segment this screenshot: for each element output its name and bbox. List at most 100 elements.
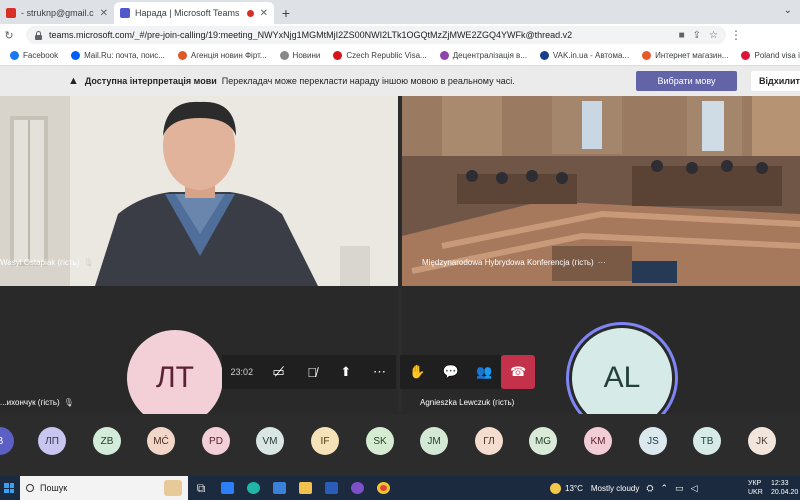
more-options-icon[interactable]: ⋯ — [598, 258, 606, 267]
bookmark-item[interactable]: Децентралізація в... — [439, 51, 527, 60]
news-agency-icon — [177, 51, 187, 60]
participant-strip: В ЛП ZB MĆ PD VM IF SK JM ГЛ MG KM JS TB… — [0, 422, 800, 462]
chevron-up-icon[interactable]: ⌃ — [661, 483, 669, 494]
clock-date: 20.04.20 — [771, 489, 799, 496]
raise-hand-button[interactable]: ✋ — [400, 355, 434, 389]
mail-icon[interactable] — [266, 476, 292, 500]
star-icon[interactable]: ☆ — [709, 30, 718, 41]
viber-icon[interactable] — [344, 476, 370, 500]
interpretation-banner: ▲ Доступна інтерпретація мови Перекладач… — [0, 66, 800, 96]
participant-name-text: Międzynarodowa Hybrydowa Konferencja (гі… — [422, 258, 594, 267]
call-controls-bar: 23:02 ▭̸ 🎙̸ ⬆ ⋯ ✋ 💬 👥 ☎ — [222, 355, 535, 389]
clock[interactable]: 12:33 20.04.20 — [771, 479, 800, 497]
hang-up-button[interactable]: ☎ — [501, 355, 535, 389]
chat-button[interactable]: 💬 — [433, 355, 468, 389]
tab-gmail[interactable]: - struknp@gmail.com - Gm ✕ — [0, 2, 114, 24]
edge-icon[interactable] — [240, 476, 266, 500]
search-highlight-image — [164, 480, 182, 496]
participant-avatar[interactable]: ЛП — [38, 427, 66, 455]
taskbar-search[interactable]: Пошук — [20, 476, 188, 500]
tab-label: Нарада | Microsoft Teams — [135, 8, 239, 18]
weather-temperature[interactable]: 13°C — [565, 484, 583, 493]
browser-tab-strip: - struknp@gmail.com - Gm ✕ Нарада | Micr… — [0, 0, 800, 24]
search-label: Пошук — [40, 483, 68, 493]
bookmark-item[interactable]: Facebook — [10, 51, 58, 60]
participant-avatar[interactable]: MG — [529, 427, 557, 455]
participant-avatar[interactable]: MĆ — [147, 427, 175, 455]
task-view-icon[interactable]: ⧉ — [188, 476, 214, 500]
bookmark-label: Интернет магазин... — [655, 51, 729, 60]
mic-off-button[interactable]: 🎙̸ — [295, 355, 329, 389]
participant-avatar[interactable]: IF — [311, 427, 339, 455]
windows-start-icon[interactable] — [0, 476, 18, 500]
mic-off-icon: 🎙 — [83, 258, 94, 267]
participant-avatar[interactable]: VM — [256, 427, 284, 455]
bookmark-label: Mail.Ru: почта, поис... — [84, 51, 165, 60]
search-icon — [26, 484, 34, 492]
gmail-favicon-icon — [6, 8, 16, 18]
bookmark-item[interactable]: Интернет магазин... — [642, 51, 728, 60]
store-icon[interactable] — [214, 476, 240, 500]
more-actions-button[interactable]: ⋯ — [362, 355, 397, 389]
tab-close-icon[interactable]: ✕ — [100, 8, 108, 19]
omnibox[interactable]: teams.microsoft.com/_#/pre-join-calling/… — [26, 26, 726, 44]
vak-icon — [539, 51, 549, 60]
input-language[interactable]: УКР UKR — [748, 479, 763, 497]
volume-icon[interactable]: ◁ — [691, 483, 698, 494]
participants-button[interactable]: 👥 — [467, 355, 502, 389]
bookmark-label: Децентралізація в... — [452, 51, 527, 60]
teams-favicon-icon — [120, 8, 130, 18]
bookmark-item[interactable]: VAK.in.ua - Автома... — [539, 51, 630, 60]
file-explorer-icon[interactable] — [292, 476, 318, 500]
tab-close-icon[interactable]: ✕ — [260, 8, 268, 19]
participant-name: Agnieszka Lewczuk (гість) — [420, 398, 514, 407]
video-tile-speaker[interactable]: Wasyl Ostapiak (гість) 🎙 — [0, 96, 398, 286]
participant-avatar[interactable]: ГЛ — [475, 427, 503, 455]
url-text[interactable]: teams.microsoft.com/_#/pre-join-calling/… — [49, 30, 671, 40]
czech-flag-icon — [333, 51, 343, 60]
taskbar: Пошук ⧉ 13°C Mostly cloudy ⛭ ⌃ ▭ ◁ УКР U… — [0, 476, 800, 500]
bookmark-item[interactable]: Агенція новин Фірт... — [177, 51, 267, 60]
participant-avatar[interactable]: В — [0, 427, 14, 455]
bookmark-label: VAK.in.ua - Автома... — [552, 51, 630, 60]
video-tile-conference-room[interactable]: Międzynarodowa Hybrydowa Konferencja (гі… — [402, 96, 800, 286]
bookmark-item[interactable]: Czech Republic Visa... — [333, 51, 427, 60]
participant-name: Wasyl Ostapiak (гість) 🎙 — [0, 258, 94, 267]
participant-avatar[interactable]: JS — [639, 427, 667, 455]
share-screen-button[interactable]: ⬆ — [328, 355, 363, 389]
participant-avatar[interactable]: JK — [748, 427, 776, 455]
video-tile-avatar-lt[interactable]: ЛТ ...ихончук (гість) 🎙 — [0, 286, 398, 414]
tab-teams[interactable]: Нарада | Microsoft Teams ✕ — [114, 2, 274, 24]
avatar: ЛТ — [127, 330, 223, 414]
warning-icon: ▲ — [68, 75, 79, 87]
camera-icon[interactable]: ■ — [679, 30, 685, 41]
choose-language-button[interactable]: Вибрати мову — [636, 71, 737, 91]
network-icon[interactable]: ▭ — [675, 483, 684, 494]
participant-avatar[interactable]: TB — [693, 427, 721, 455]
video-tile-avatar-al[interactable]: AL Agnieszka Lewczuk (гість) — [402, 286, 800, 414]
weather-text[interactable]: Mostly cloudy — [591, 484, 639, 493]
poland-flag-icon — [741, 51, 751, 60]
word-icon[interactable] — [318, 476, 344, 500]
participant-avatar[interactable]: SK — [366, 427, 394, 455]
participant-name-text: Wasyl Ostapiak (гість) — [0, 258, 80, 267]
chrome-icon[interactable] — [370, 476, 396, 500]
reload-icon[interactable]: ↻ — [0, 29, 18, 42]
camera-off-icon[interactable]: ▭̸ — [261, 355, 296, 389]
people-icon[interactable]: ⛭ — [646, 483, 653, 494]
participant-avatar[interactable]: ZB — [93, 427, 121, 455]
participant-avatar[interactable]: PD — [202, 427, 230, 455]
address-bar-row: ↻ teams.microsoft.com/_#/pre-join-callin… — [0, 24, 800, 46]
bookmark-label: Czech Republic Visa... — [346, 51, 427, 60]
window-minimize-icon[interactable]: ⌄ — [784, 5, 792, 16]
bookmark-item[interactable]: Poland visa informa... — [741, 51, 800, 60]
dismiss-button[interactable]: Відхилити — [751, 71, 800, 91]
participant-avatar[interactable]: KM — [584, 427, 612, 455]
bookmark-item[interactable]: Mail.Ru: почта, поис... — [71, 51, 165, 60]
participant-avatar[interactable]: JM — [420, 427, 448, 455]
bookmark-item[interactable]: Новини — [279, 51, 320, 60]
share-icon[interactable]: ⇪ — [693, 30, 701, 41]
participant-name-text: Agnieszka Lewczuk (гість) — [420, 398, 515, 407]
new-tab-button[interactable]: + — [274, 2, 298, 24]
browser-menu-icon[interactable]: ⋮ — [726, 28, 746, 42]
